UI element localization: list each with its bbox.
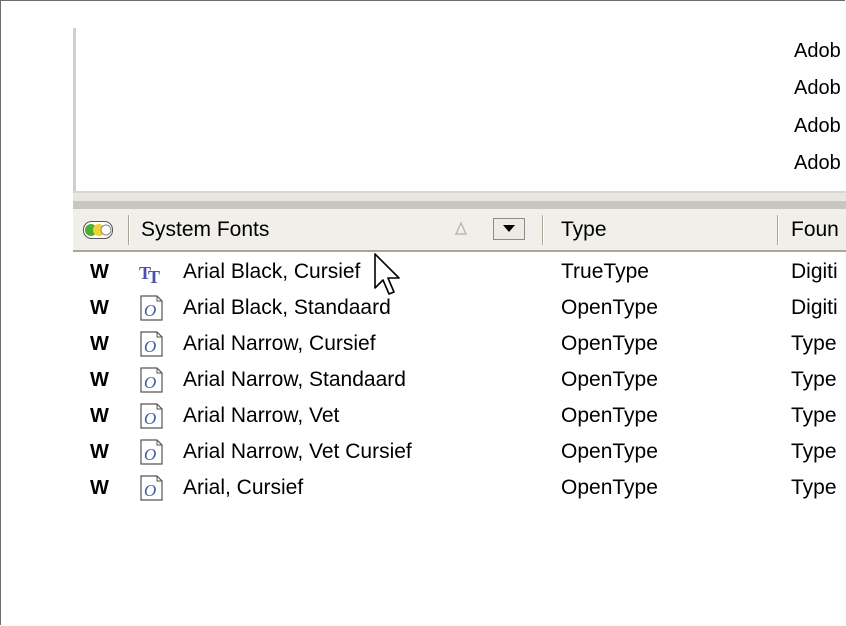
table-row[interactable]: W O Arial Narrow, Standaard OpenType Typ…: [73, 362, 846, 398]
column-separator[interactable]: [777, 215, 778, 245]
table-row[interactable]: W O Arial Narrow, Cursief OpenType Type: [73, 326, 846, 362]
font-manager-window: Adob Adob Adob Adob System Fonts Type Fo…: [73, 28, 846, 518]
status-indicator-icon: [83, 221, 113, 239]
column-separator[interactable]: [128, 215, 129, 245]
sort-ascending-icon: [454, 221, 468, 235]
opentype-icon: O: [140, 367, 163, 393]
column-header-type[interactable]: Type: [561, 209, 761, 250]
svg-text:O: O: [144, 445, 156, 464]
font-foundry: Type: [791, 440, 837, 463]
opentype-icon: O: [140, 331, 163, 357]
status-mark: W: [90, 405, 109, 427]
upper-list-item[interactable]: Adob: [794, 115, 841, 137]
upper-list-item[interactable]: Adob: [794, 152, 841, 174]
font-name: Arial Black, Standaard: [183, 296, 391, 319]
font-type: OpenType: [561, 476, 658, 499]
mouse-pointer-icon: [374, 253, 400, 295]
font-type: OpenType: [561, 368, 658, 391]
column-separator[interactable]: [542, 215, 543, 245]
table-row[interactable]: W O Arial Black, Standaard OpenType Digi…: [73, 290, 846, 326]
font-type: TrueType: [561, 260, 649, 283]
svg-text:O: O: [144, 409, 156, 428]
upper-list-item[interactable]: Adob: [794, 40, 841, 62]
column-header-system-fonts[interactable]: System Fonts: [141, 209, 441, 250]
font-name: Arial Narrow, Cursief: [183, 332, 376, 355]
svg-text:O: O: [144, 301, 156, 320]
svg-text:O: O: [144, 373, 156, 392]
font-type: OpenType: [561, 404, 658, 427]
font-foundry: Type: [791, 332, 837, 355]
opentype-icon: O: [140, 475, 163, 501]
svg-text:O: O: [144, 337, 156, 356]
font-type: OpenType: [561, 296, 658, 319]
pane-splitter[interactable]: [73, 191, 846, 209]
font-name: Arial Narrow, Standaard: [183, 368, 406, 391]
table-row[interactable]: W O Arial Narrow, Vet Cursief OpenType T…: [73, 434, 846, 470]
font-foundry: Type: [791, 368, 837, 391]
font-type: OpenType: [561, 332, 658, 355]
table-row[interactable]: W O Arial Narrow, Vet OpenType Type: [73, 398, 846, 434]
column-header-bar: System Fonts Type Foun: [73, 209, 846, 252]
status-mark: W: [90, 261, 109, 283]
upper-font-list: Adob Adob Adob Adob: [73, 28, 846, 191]
truetype-icon: T T: [139, 263, 160, 285]
column-header-foundry[interactable]: Foun: [791, 209, 846, 250]
table-row[interactable]: W O Arial, Cursief OpenType Type: [73, 470, 846, 506]
table-row[interactable]: W T T Arial Black, Cursief TrueType Digi…: [73, 254, 846, 290]
svg-text:T: T: [148, 267, 160, 285]
svg-text:O: O: [144, 481, 156, 500]
column-dropdown-button[interactable]: [493, 218, 525, 240]
status-mark: W: [90, 333, 109, 355]
font-type: OpenType: [561, 440, 658, 463]
chevron-down-icon: [503, 225, 515, 232]
opentype-icon: O: [140, 295, 163, 321]
status-mark: W: [90, 477, 109, 499]
font-foundry: Type: [791, 476, 837, 499]
font-foundry: Type: [791, 404, 837, 427]
opentype-icon: O: [140, 403, 163, 429]
font-foundry: Digiti: [791, 260, 838, 283]
opentype-icon: O: [140, 439, 163, 465]
status-mark: W: [90, 297, 109, 319]
status-mark: W: [90, 441, 109, 463]
upper-list-item[interactable]: Adob: [794, 77, 841, 99]
font-name: Arial, Cursief: [183, 476, 304, 499]
font-name: Arial Narrow, Vet Cursief: [183, 440, 412, 463]
font-foundry: Digiti: [791, 296, 838, 319]
font-name: Arial Narrow, Vet: [183, 404, 340, 427]
font-name: Arial Black, Cursief: [183, 260, 361, 283]
status-mark: W: [90, 369, 109, 391]
